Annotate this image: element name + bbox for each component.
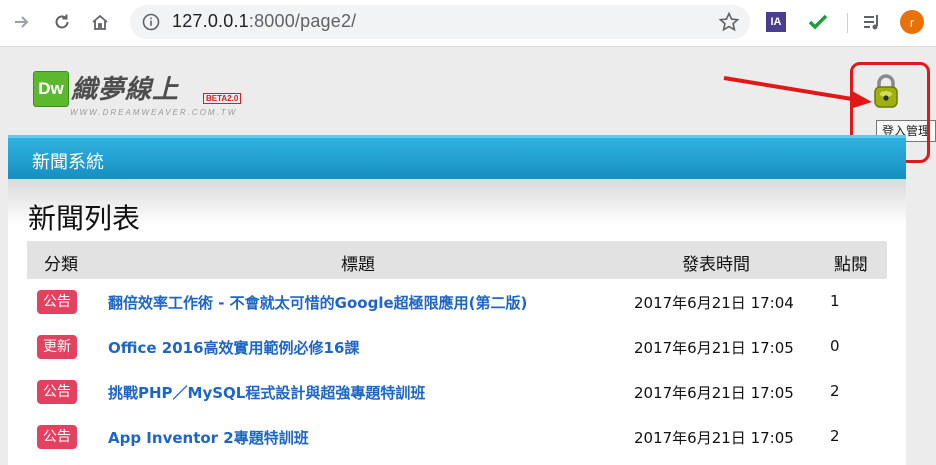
logo-name: 織夢線上 (71, 75, 180, 105)
panel-header-title: 新聞系統 (32, 152, 104, 173)
title-background (8, 179, 906, 225)
column-header-category: 分類 (44, 255, 78, 275)
media-control-icon[interactable] (858, 8, 886, 36)
news-title-link[interactable]: 挑戰PHP／MySQL程式設計與超強專題特訓班 (108, 382, 425, 403)
page-title: 新聞列表 (28, 202, 141, 235)
hit-count: 2 (830, 382, 840, 400)
url-host: 127.0.0.1 (172, 11, 249, 31)
publish-date: 2017年6月21日 17:05 (634, 429, 794, 447)
news-title-link[interactable]: 翻倍效率工作術 - 不會就太可惜的Google超極限應用(第二版) (108, 292, 527, 313)
category-badge: 公告 (37, 290, 77, 314)
browser-toolbar: 127.0.0.1:8000/page2/ IA r (0, 0, 936, 47)
news-title-link[interactable]: Office 2016高效實用範例必修16課 (108, 337, 359, 358)
news-table: 分類 標題 發表時間 點閱 公告 翻倍效率工作術 - 不會就太可惜的Google… (27, 241, 887, 461)
hit-count: 0 (830, 337, 840, 355)
url-path: :8000/page2/ (248, 11, 357, 31)
column-header-date: 發表時間 (682, 255, 750, 275)
table-row: 更新 Office 2016高效實用範例必修16課 2017年6月21日 17:… (27, 326, 887, 371)
ia-extension-icon[interactable]: IA (766, 12, 786, 32)
category-badge: 更新 (37, 335, 77, 359)
table-row: 公告 挑戰PHP／MySQL程式設計與超強專題特訓班 2017年6月21日 17… (27, 371, 887, 416)
panel-header: 新聞系統 (8, 135, 906, 179)
table-row: 公告 App Inventor 2專題特訓班 2017年6月21日 17:05 … (27, 416, 887, 461)
site-logo[interactable]: Dw 織夢線上 BETA2.0 WWW.DREAMWEAVER.COM.TW (33, 71, 258, 123)
dw-logo-icon: Dw (33, 71, 69, 107)
column-header-title: 標題 (341, 255, 375, 275)
category-badge: 公告 (37, 425, 77, 449)
category-badge: 公告 (37, 380, 77, 404)
column-header-hits: 點閱 (834, 255, 868, 275)
hit-count: 2 (830, 427, 840, 445)
forward-icon[interactable] (8, 8, 36, 36)
web-page: Dw 織夢線上 BETA2.0 WWW.DREAMWEAVER.COM.TW 登… (0, 47, 936, 465)
bookmark-star-icon[interactable] (718, 11, 740, 33)
news-title-link[interactable]: App Inventor 2專題特訓班 (108, 427, 309, 448)
hit-count: 1 (830, 292, 840, 310)
publish-date: 2017年6月21日 17:05 (634, 339, 794, 357)
reload-icon[interactable] (48, 8, 76, 36)
address-bar[interactable]: 127.0.0.1:8000/page2/ (130, 5, 750, 39)
toolbar-divider (847, 13, 848, 33)
url-text: 127.0.0.1:8000/page2/ (172, 11, 356, 32)
profile-avatar[interactable]: r (900, 10, 924, 34)
publish-date: 2017年6月21日 17:05 (634, 384, 794, 402)
publish-date: 2017年6月21日 17:04 (634, 294, 794, 312)
table-header: 分類 標題 發表時間 點閱 (27, 241, 887, 281)
table-row: 公告 翻倍效率工作術 - 不會就太可惜的Google超極限應用(第二版) 201… (27, 281, 887, 326)
site-info-icon[interactable] (142, 13, 160, 31)
logo-domain: WWW.DREAMWEAVER.COM.TW (70, 108, 238, 117)
checkmark-extension-icon[interactable] (804, 8, 832, 36)
home-icon[interactable] (86, 8, 114, 36)
news-panel: 新聞系統 新聞列表 分類 標題 發表時間 點閱 公告 翻倍效率工作術 - 不會就… (8, 135, 906, 465)
logo-beta: BETA2.0 (203, 93, 242, 104)
